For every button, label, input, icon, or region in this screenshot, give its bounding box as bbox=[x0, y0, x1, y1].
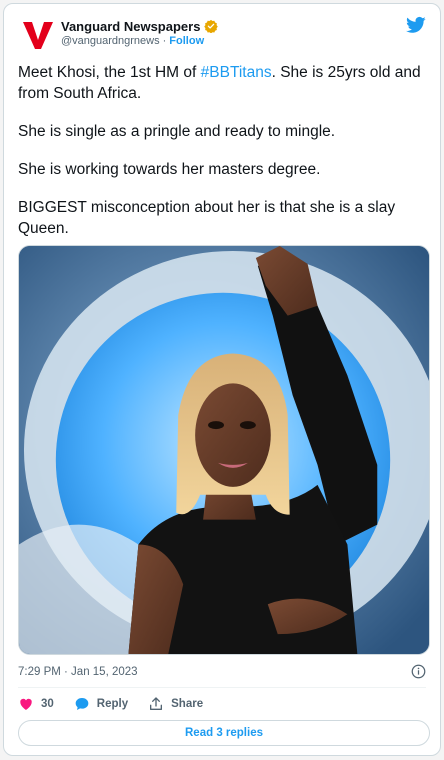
read-replies-button[interactable]: Read 3 replies bbox=[18, 720, 430, 746]
vanguard-logo-icon bbox=[23, 22, 53, 49]
author-name[interactable]: Vanguard Newspapers bbox=[61, 19, 200, 34]
action-bar: 30 Reply Share bbox=[18, 694, 223, 714]
tweet-paragraph-3: She is working towards her masters degre… bbox=[18, 161, 321, 178]
tweet-timestamp[interactable]: 7:29 PM · Jan 15, 2023 bbox=[18, 666, 138, 678]
tweet-photo[interactable] bbox=[18, 245, 430, 655]
author-handle[interactable]: @vanguardngrnews bbox=[61, 35, 160, 47]
author-avatar[interactable] bbox=[18, 15, 58, 55]
reply-button[interactable]: Reply bbox=[74, 696, 128, 712]
tweet-text: Meet Khosi, the 1st HM of #BBTitans. She… bbox=[18, 62, 433, 256]
tweet-text-segment: Meet Khosi, the 1st HM of bbox=[18, 64, 201, 81]
hashtag-link[interactable]: #BBTitans bbox=[201, 64, 272, 81]
twitter-bird-icon[interactable] bbox=[406, 15, 426, 35]
separator-dot: · bbox=[162, 35, 167, 47]
reply-label: Reply bbox=[96, 698, 129, 710]
info-icon[interactable] bbox=[411, 664, 426, 679]
tweet-paragraph-4: BIGGEST misconception about her is that … bbox=[18, 199, 396, 237]
verified-badge-icon bbox=[204, 19, 219, 33]
like-count: 30 bbox=[41, 698, 54, 710]
heart-icon bbox=[20, 698, 32, 710]
speech-bubble-icon bbox=[75, 698, 89, 710]
divider bbox=[18, 687, 426, 688]
like-button[interactable]: 30 bbox=[18, 696, 54, 712]
share-label: Share bbox=[171, 698, 204, 710]
portrait-photo-image bbox=[19, 246, 429, 654]
follow-link[interactable]: Follow bbox=[169, 35, 204, 47]
author-name-row: Vanguard Newspapers bbox=[61, 17, 219, 35]
tweet-paragraph-1: Meet Khosi, the 1st HM of #BBTitans. She… bbox=[18, 62, 433, 104]
tweet-paragraph-2: She is single as a pringle and ready to … bbox=[18, 123, 336, 140]
author-handle-row: @vanguardngrnews · Follow bbox=[61, 35, 204, 47]
tweet-card: Vanguard Newspapers @vanguardngrnews · F… bbox=[3, 3, 441, 756]
share-icon bbox=[150, 697, 163, 710]
share-button[interactable]: Share bbox=[148, 696, 203, 712]
